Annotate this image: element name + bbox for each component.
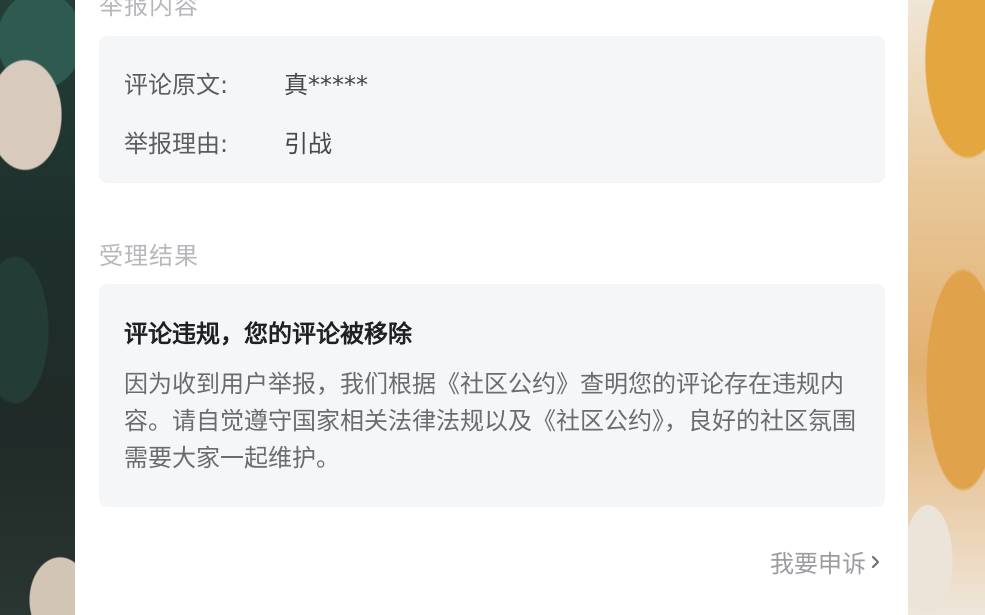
report-reason-value: 引战 (284, 130, 332, 158)
screen: 举报内容 评论原文: 真***** 举报理由: 引战 受理结果 评论违规，您的评论被… (0, 0, 985, 615)
appeal-label: 我要申诉 (770, 550, 866, 578)
background-left (0, 0, 75, 615)
comment-original-key: 评论原文: (124, 71, 229, 99)
report-reason-key: 举报理由: (124, 130, 229, 158)
appeal-link[interactable]: 我要申诉 (770, 544, 882, 579)
background-right (908, 0, 985, 615)
result-title: 评论违规，您的评论被移除 (124, 320, 412, 348)
report-detail-card: 举报内容 评论原文: 真***** 举报理由: 引战 受理结果 评论违规，您的评论被… (75, 0, 908, 615)
chevron-right-icon (871, 555, 880, 568)
comment-original-value: 真***** (284, 71, 368, 99)
comment-original-row: 评论原文: 真***** (124, 65, 368, 100)
report-content-label: 举报内容 (99, 0, 199, 20)
result-panel: 评论违规，您的评论被移除 因为收到用户举报，我们根据《社区公约》查明您的评论存在… (99, 284, 885, 507)
result-label: 受理结果 (99, 242, 199, 270)
report-content-panel: 评论原文: 真***** 举报理由: 引战 (99, 36, 885, 183)
report-reason-row: 举报理由: 引战 (124, 124, 332, 159)
result-body: 因为收到用户举报，我们根据《社区公约》查明您的评论存在违规内容。请自觉遵守国家相… (124, 370, 856, 472)
